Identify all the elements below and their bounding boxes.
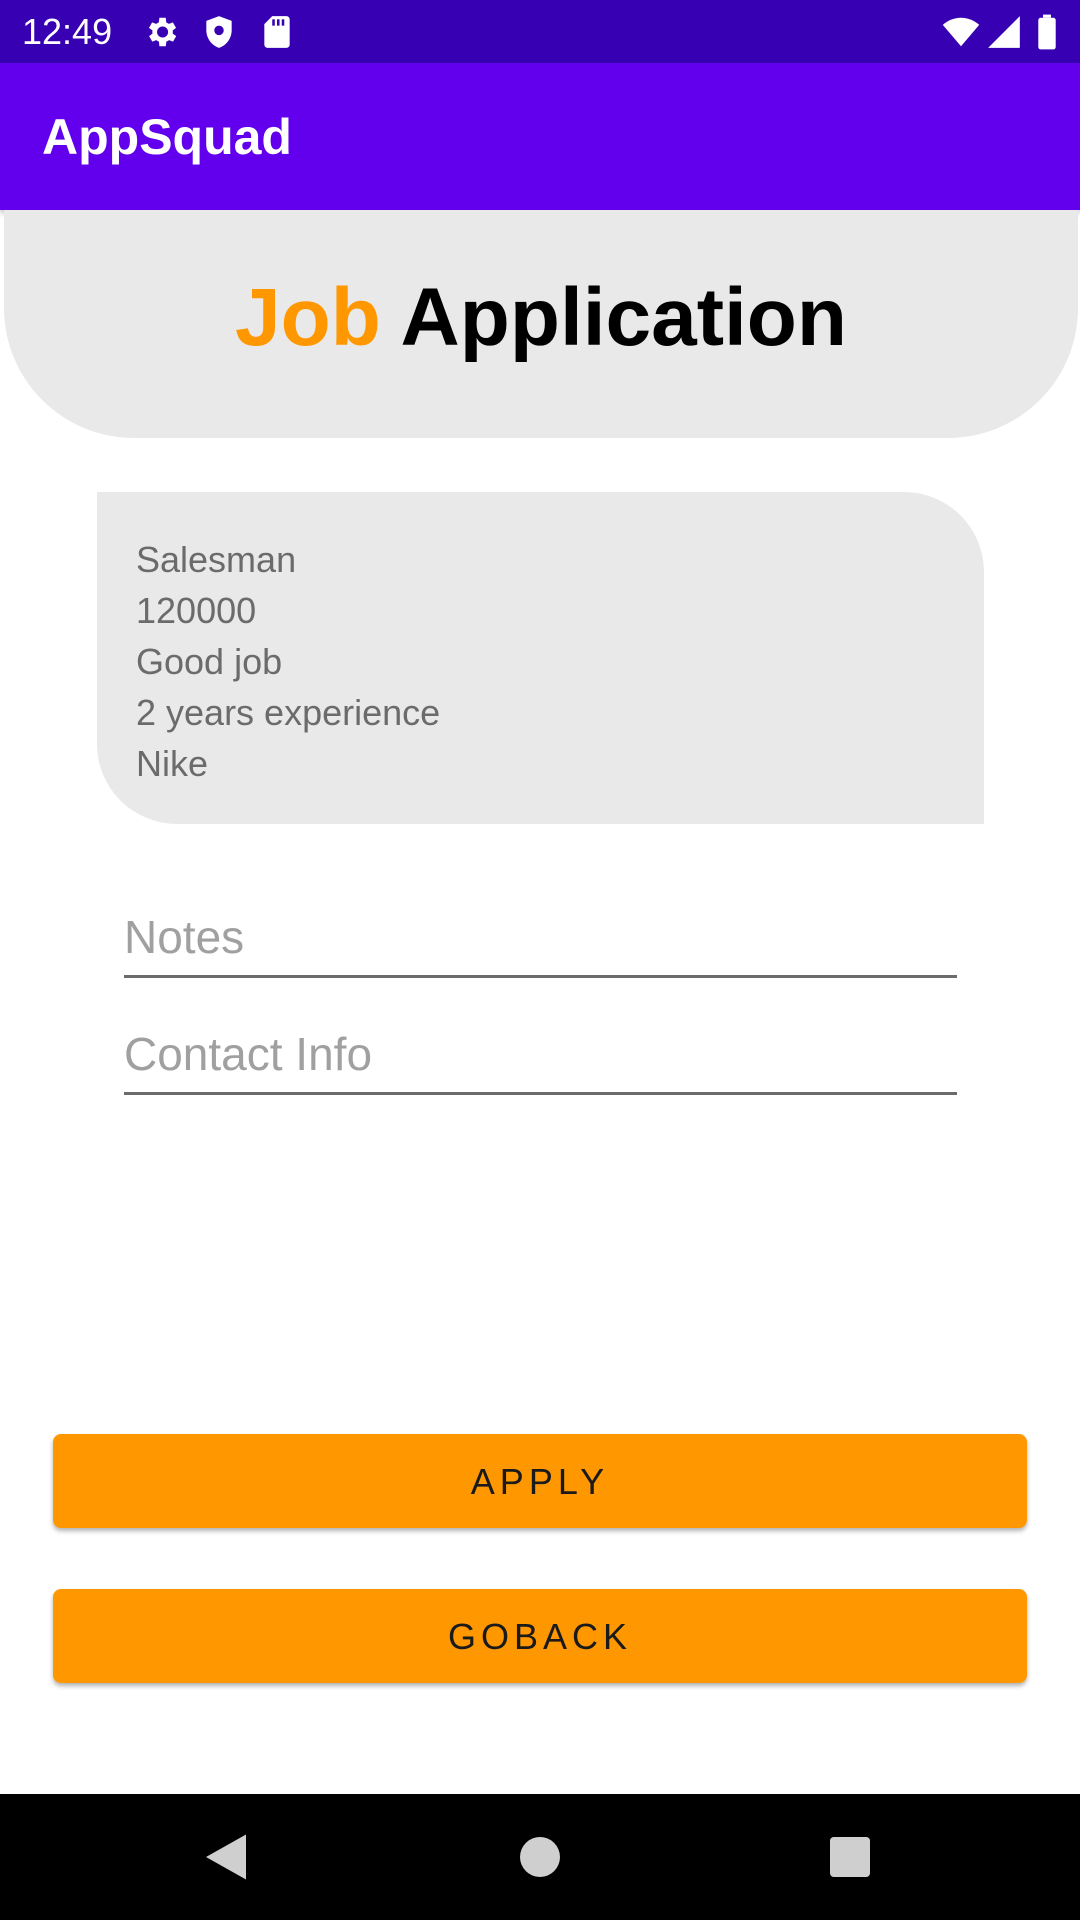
shield-icon xyxy=(206,16,232,48)
job-details-list: Salesman 120000 Good job 2 years experie… xyxy=(136,534,440,789)
header-card: Job Application xyxy=(4,210,1078,438)
goback-button[interactable]: GOBACK xyxy=(53,1589,1027,1683)
notes-field[interactable] xyxy=(124,904,957,978)
gear-icon xyxy=(148,17,177,47)
page-title-accent: Job xyxy=(235,272,381,363)
app-bar: AppSquad xyxy=(0,63,1080,210)
page-title: Job Application xyxy=(4,270,1078,366)
job-details-card: Salesman 120000 Good job 2 years experie… xyxy=(97,492,984,824)
home-icon[interactable] xyxy=(510,1827,570,1887)
recents-icon[interactable] xyxy=(820,1827,880,1887)
back-icon[interactable] xyxy=(196,1827,256,1887)
status-bar: 12:49 xyxy=(0,0,1080,63)
screen: 12:49 AppSquad Job Application Salesman … xyxy=(0,0,1080,1920)
apply-button[interactable]: APPLY xyxy=(53,1434,1027,1528)
wifi-icon xyxy=(942,17,980,47)
navigation-bar xyxy=(0,1794,1080,1920)
job-salary: 120000 xyxy=(136,590,257,631)
signal-icon xyxy=(988,16,1020,48)
contact-info-field[interactable] xyxy=(124,1021,957,1095)
app-title: AppSquad xyxy=(42,109,292,165)
job-company: Nike xyxy=(136,743,209,784)
job-description: Good job xyxy=(136,641,283,682)
status-time: 12:49 xyxy=(22,11,113,52)
job-title: Salesman xyxy=(136,539,297,580)
battery-icon xyxy=(1038,14,1056,50)
sd-card-icon xyxy=(264,16,290,48)
job-experience: 2 years experience xyxy=(136,692,441,733)
page-title-main: Application xyxy=(400,272,847,363)
